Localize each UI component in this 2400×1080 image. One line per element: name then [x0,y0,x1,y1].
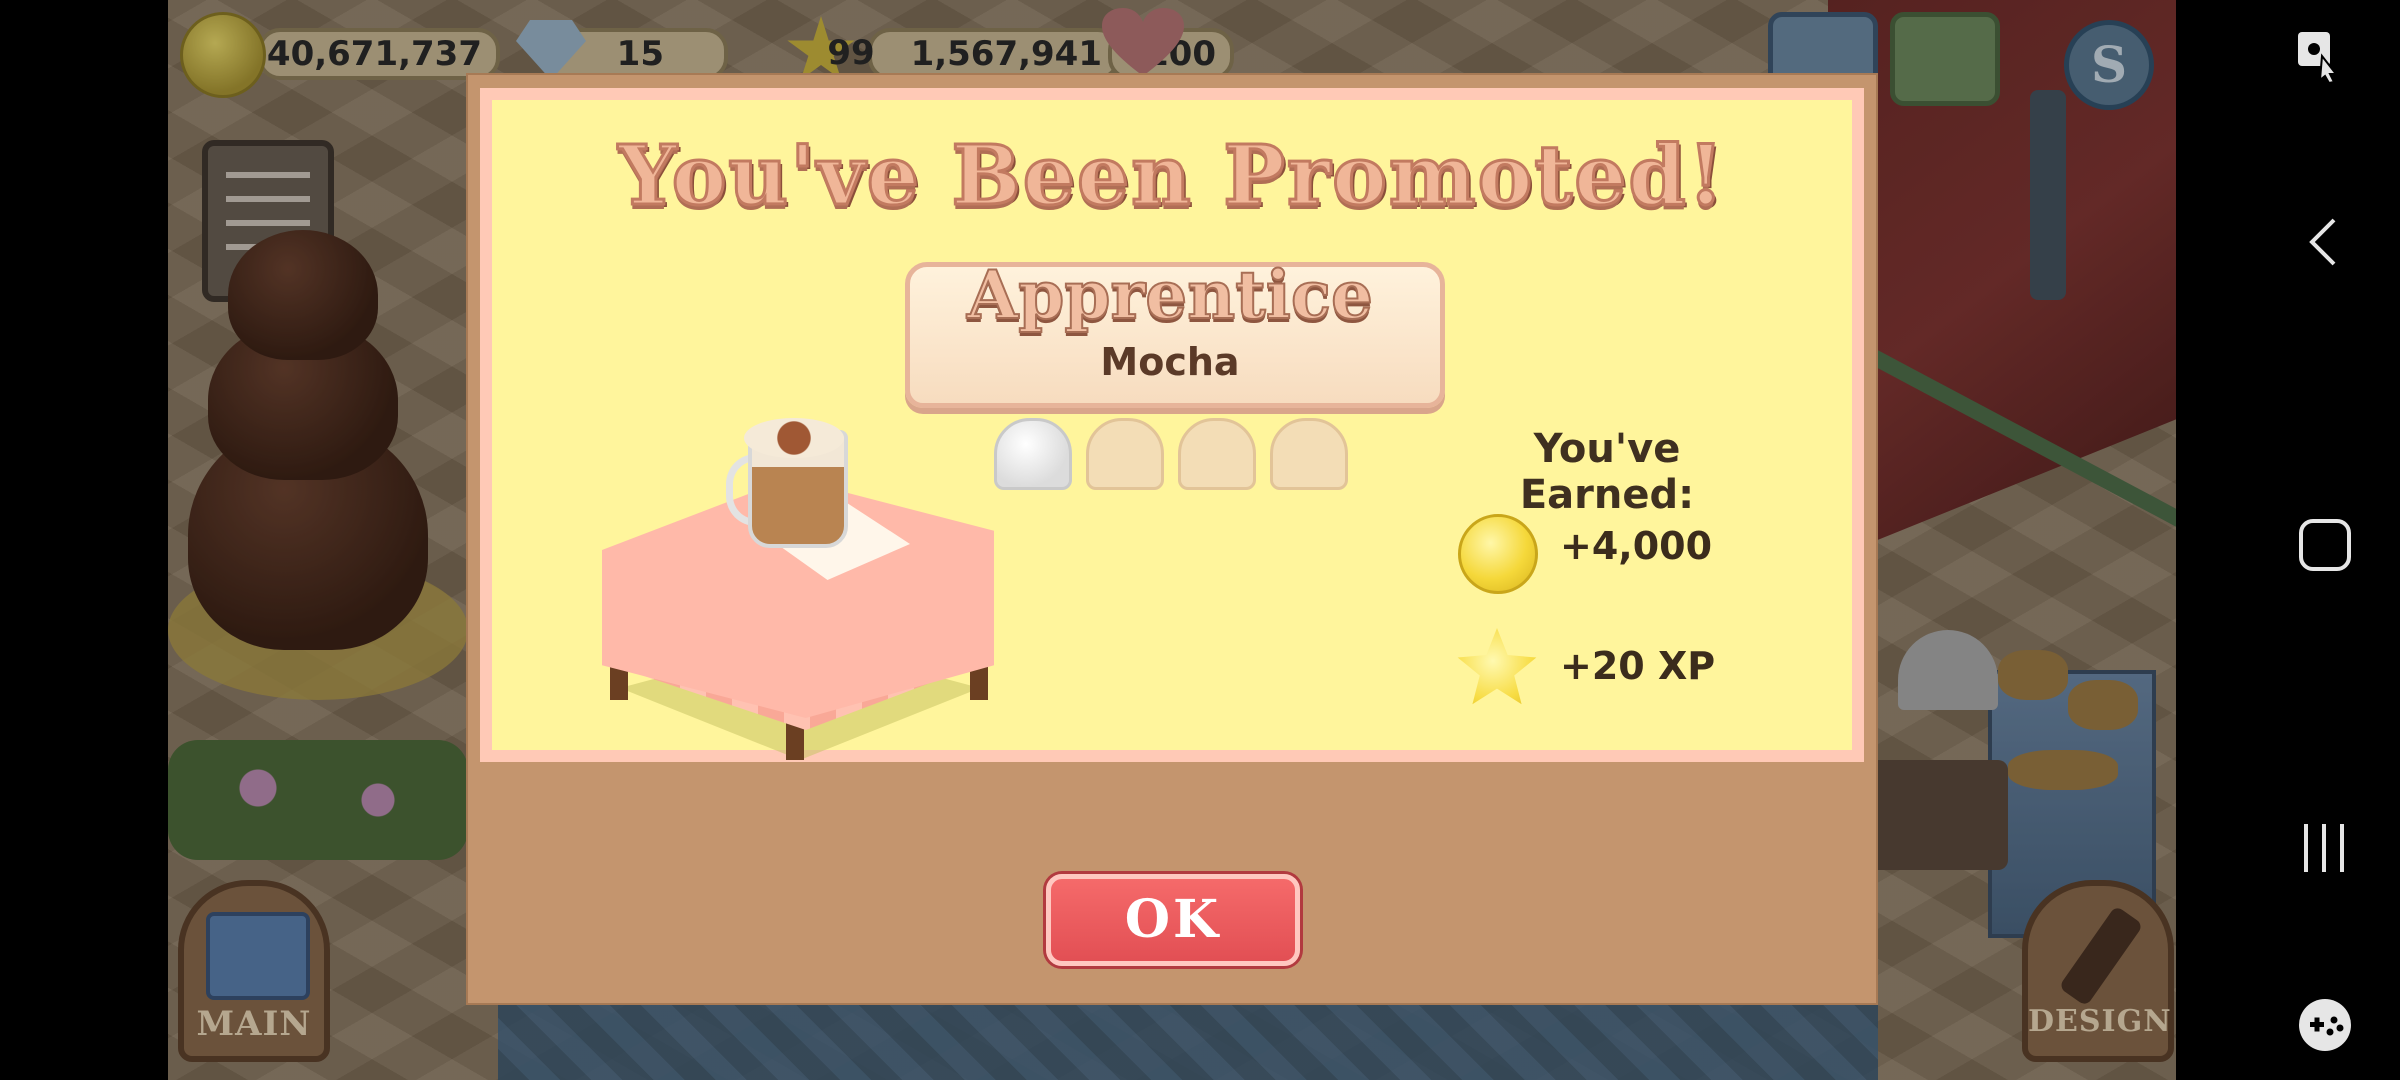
android-nav-bar [2176,0,2400,1080]
chef-hat-icon [994,418,1072,490]
mastery-hats [994,418,1354,490]
chef-hat-empty-icon [1178,418,1256,490]
ok-button[interactable]: OK [1046,874,1300,966]
recents-icon[interactable] [2300,822,2350,874]
coin-reward: +4,000 [1560,524,1713,568]
xp-reward: +20 XP [1560,644,1716,688]
coin-icon [1458,514,1538,594]
screenshot-icon[interactable] [2296,30,2340,84]
home-icon[interactable] [2298,518,2352,572]
promotion-title: You've Been Promoted! [617,127,1726,226]
back-icon[interactable] [2308,216,2338,268]
mocha-foam [744,418,844,458]
chef-hat-empty-icon [1270,418,1348,490]
drink-name: Mocha [1100,340,1240,384]
game-tools-icon[interactable] [2296,996,2354,1054]
chef-hat-empty-icon [1086,418,1164,490]
earned-heading: You've Earned: [1519,426,1695,518]
rank-title: Apprentice [966,255,1374,335]
